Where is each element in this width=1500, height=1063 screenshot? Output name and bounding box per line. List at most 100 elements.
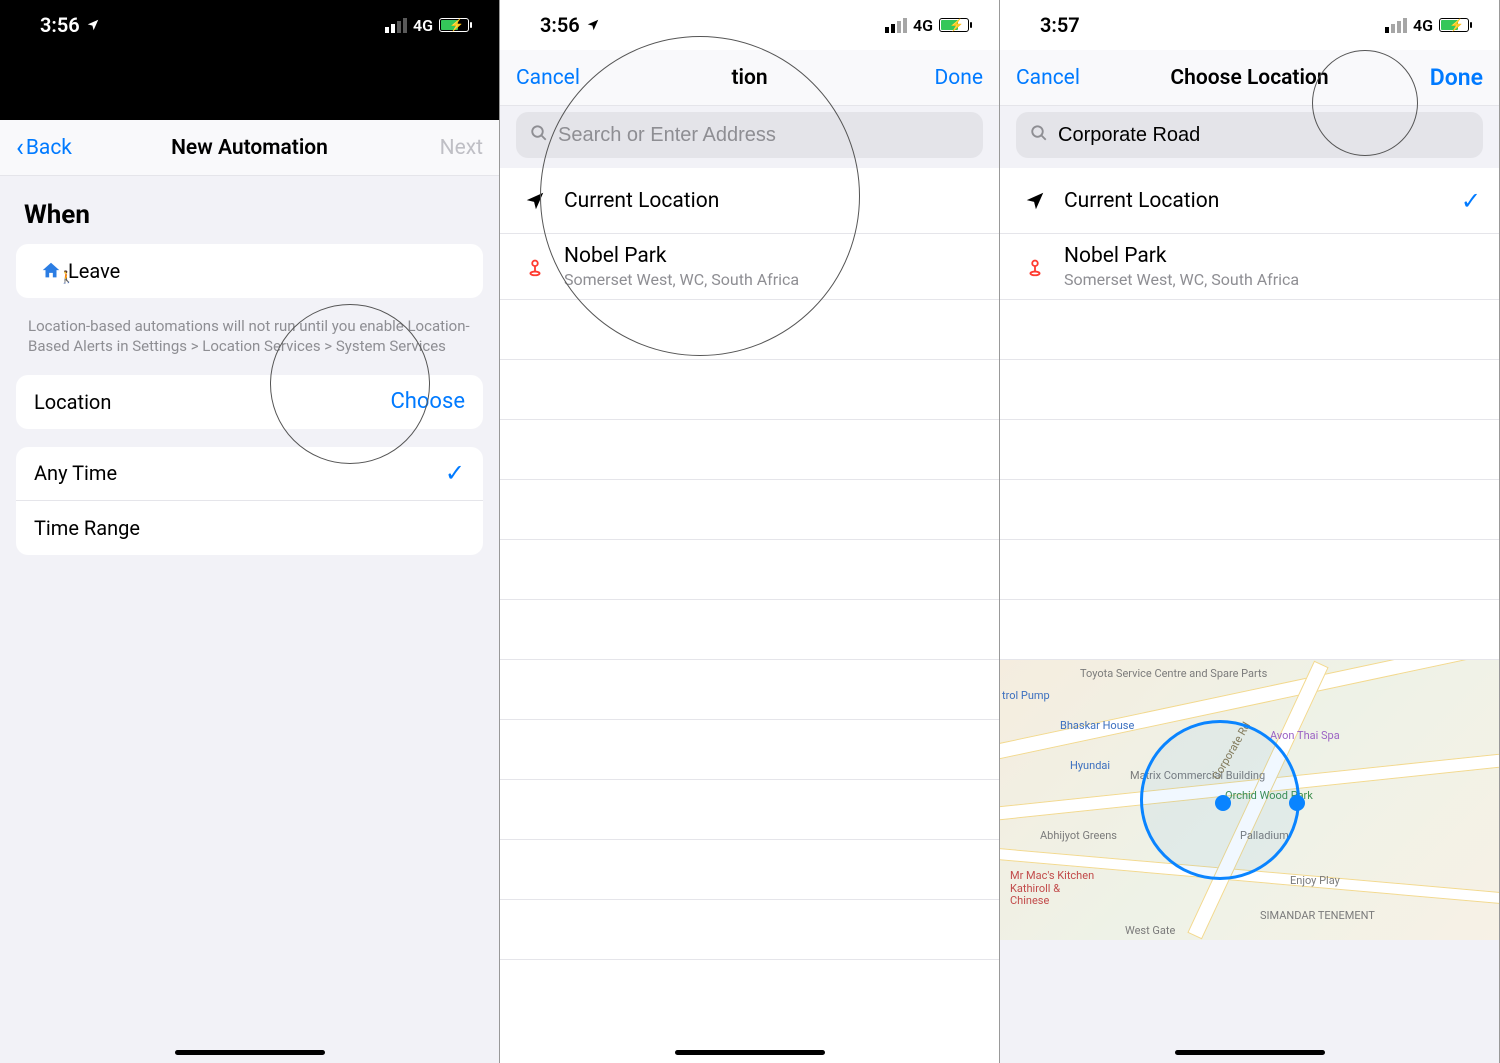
leave-home-icon: 🚶 — [34, 260, 68, 282]
status-time: 3:57 — [1040, 13, 1080, 37]
list-item-empty — [1000, 540, 1499, 600]
list-item-empty — [500, 420, 999, 480]
map-poi: Toyota Service Centre and Spare Parts — [1080, 668, 1267, 681]
nav-bar: Cancel tion Done — [500, 50, 999, 106]
map-poi: Bhaskar House — [1060, 720, 1134, 733]
location-suggestions-list: Current Location Nobel Park Somerset Wes… — [500, 168, 999, 1063]
search-icon — [1030, 123, 1048, 147]
map-poi: Avon Thai Spa — [1270, 730, 1340, 743]
row-leave-trigger[interactable]: 🚶 Leave — [16, 244, 483, 298]
map-preview[interactable]: Toyota Service Centre and Spare Parts Bh… — [1000, 660, 1499, 940]
list-item-empty — [1000, 480, 1499, 540]
map-pin-icon — [518, 256, 552, 278]
list-item-empty — [500, 720, 999, 780]
back-button[interactable]: ‹ Back — [16, 135, 72, 161]
signal-icon — [885, 18, 907, 33]
home-indicator[interactable] — [675, 1050, 825, 1055]
section-header-when: When — [0, 176, 499, 244]
search-input[interactable] — [1058, 124, 1469, 147]
network-label: 4G — [413, 16, 433, 35]
location-arrow-icon — [518, 190, 552, 212]
map-poi: Mr Mac's Kitchen Kathiroll & Chinese — [1010, 870, 1100, 908]
signal-icon — [385, 18, 407, 33]
list-item-empty — [500, 540, 999, 600]
status-time: 3:56 — [40, 13, 80, 37]
location-services-icon — [586, 13, 600, 37]
nav-bar: ‹ Back New Automation Next — [0, 120, 499, 176]
home-indicator[interactable] — [175, 1050, 325, 1055]
list-item-current-location[interactable]: Current Location — [500, 168, 999, 234]
list-item-current-location[interactable]: Current Location ✓ — [1000, 168, 1499, 234]
row-time-range[interactable]: Time Range — [16, 501, 483, 555]
list-item-title: Nobel Park — [1064, 244, 1481, 268]
status-bar: 3:56 4G ⚡ — [0, 0, 499, 50]
row-timerange-label: Time Range — [34, 516, 465, 540]
list-item-title: Current Location — [564, 189, 981, 213]
status-time: 3:56 — [540, 13, 580, 37]
list-item-empty — [500, 300, 999, 360]
row-any-time[interactable]: Any Time ✓ — [16, 447, 483, 501]
cancel-button[interactable]: Cancel — [516, 66, 580, 90]
search-bar[interactable] — [1016, 112, 1483, 158]
map-poi: Enjoy Play — [1290, 875, 1340, 888]
done-button[interactable]: Done — [1430, 64, 1483, 91]
geofence-radius-handle[interactable] — [1289, 795, 1305, 811]
screen-choose-location-map: 3:57 4G ⚡ Cancel Choose Location Done Cu… — [1000, 0, 1500, 1063]
search-bar[interactable] — [516, 112, 983, 158]
map-poi: trol Pump — [1002, 690, 1050, 703]
network-label: 4G — [913, 16, 933, 35]
geofence-radius[interactable] — [1140, 720, 1300, 880]
search-input[interactable] — [558, 124, 969, 147]
home-indicator[interactable] — [1175, 1050, 1325, 1055]
back-label: Back — [26, 136, 72, 160]
map-pin-icon — [1018, 256, 1052, 278]
nav-bar: Cancel Choose Location Done — [1000, 50, 1499, 106]
list-item-empty — [1000, 600, 1499, 660]
list-item-nobel-park[interactable]: Nobel Park Somerset West, WC, South Afri… — [500, 234, 999, 300]
list-item-empty — [1000, 420, 1499, 480]
done-button[interactable]: Done — [935, 66, 984, 90]
choose-button[interactable]: Choose — [390, 389, 465, 414]
list-item-empty — [1000, 360, 1499, 420]
status-bar: 3:57 4G ⚡ — [1000, 0, 1499, 50]
checkmark-icon: ✓ — [445, 459, 465, 487]
list-item-empty — [500, 360, 999, 420]
chevron-left-icon: ‹ — [16, 135, 24, 161]
battery-icon: ⚡ — [1439, 18, 1469, 32]
screen-choose-location-search: 3:56 4G ⚡ Cancel tion Done Current Locat… — [500, 0, 1000, 1063]
location-suggestions-list: Current Location ✓ Nobel Park Somerset W… — [1000, 168, 1499, 660]
search-icon — [530, 123, 548, 147]
list-item-empty — [1000, 300, 1499, 360]
map-poi: West Gate — [1125, 925, 1175, 938]
sheet-backdrop — [0, 50, 499, 120]
checkmark-icon: ✓ — [1461, 187, 1481, 215]
nav-title: New Automation — [0, 136, 499, 160]
list-item-subtitle: Somerset West, WC, South Africa — [1064, 270, 1481, 289]
next-button[interactable]: Next — [440, 136, 483, 160]
list-item-subtitle: Somerset West, WC, South Africa — [564, 270, 981, 289]
list-item-title: Current Location — [1064, 189, 1461, 213]
geofence-center-handle[interactable] — [1215, 795, 1231, 811]
list-item-empty — [500, 480, 999, 540]
cancel-button[interactable]: Cancel — [1016, 66, 1080, 90]
list-item-empty — [500, 600, 999, 660]
signal-icon — [1385, 18, 1407, 33]
list-item-empty — [500, 900, 999, 960]
list-item-empty — [500, 780, 999, 840]
location-services-icon — [86, 13, 100, 37]
location-arrow-icon — [1018, 190, 1052, 212]
list-item-empty — [500, 840, 999, 900]
status-bar: 3:56 4G ⚡ — [500, 0, 999, 50]
battery-icon: ⚡ — [439, 18, 469, 32]
list-item-nobel-park[interactable]: Nobel Park Somerset West, WC, South Afri… — [1000, 234, 1499, 300]
map-poi: Hyundai — [1070, 760, 1110, 773]
list-item-empty — [500, 660, 999, 720]
location-alerts-footnote: Location-based automations will not run … — [0, 316, 499, 375]
row-location-label: Location — [34, 390, 390, 414]
network-label: 4G — [1413, 16, 1433, 35]
battery-icon: ⚡ — [939, 18, 969, 32]
row-leave-label: Leave — [68, 259, 465, 283]
map-poi: Abhijyot Greens — [1040, 830, 1117, 843]
list-item-title: Nobel Park — [564, 244, 981, 268]
row-location-choose[interactable]: Location Choose — [16, 375, 483, 429]
